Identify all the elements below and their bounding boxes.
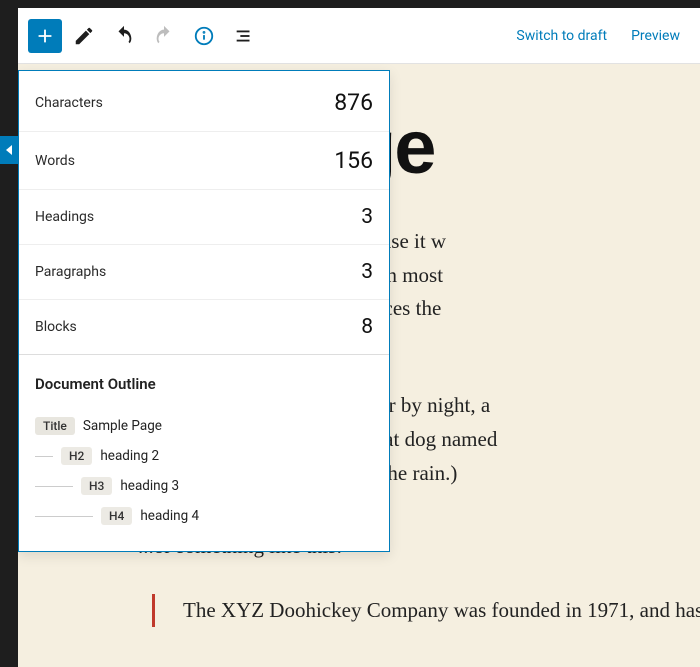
collapse-sidebar-tab[interactable] xyxy=(0,136,18,164)
outline-level-badge: H4 xyxy=(101,507,132,525)
add-block-button[interactable] xyxy=(28,19,62,53)
outline-level-badge: Title xyxy=(35,417,75,435)
outline-item-title[interactable]: Title Sample Page xyxy=(35,411,373,441)
stat-label: Headings xyxy=(35,209,94,225)
stat-label: Characters xyxy=(35,95,103,111)
stat-value: 156 xyxy=(334,147,373,174)
edit-mode-button[interactable] xyxy=(66,18,102,54)
outline-item-h4[interactable]: H4 heading 4 xyxy=(35,501,373,531)
stat-value: 876 xyxy=(334,89,373,116)
outline-indent-line xyxy=(35,456,53,457)
outline-button[interactable] xyxy=(226,18,262,54)
document-outline-section: Document Outline Title Sample Page H2 he… xyxy=(19,355,389,551)
undo-button[interactable] xyxy=(106,18,142,54)
details-button[interactable] xyxy=(186,18,222,54)
outline-indent-line xyxy=(35,516,93,517)
outline-heading: Document Outline xyxy=(35,375,373,393)
preview-link[interactable]: Preview xyxy=(621,20,690,52)
outline-level-badge: H3 xyxy=(81,477,112,495)
outline-item-text: heading 4 xyxy=(140,508,199,524)
redo-button xyxy=(146,18,182,54)
outline-item-h2[interactable]: H2 heading 2 xyxy=(35,441,373,471)
outline-indent-line xyxy=(35,486,73,487)
stat-row-words: Words 156 xyxy=(19,132,389,190)
stat-row-blocks: Blocks 8 xyxy=(19,300,389,355)
outline-item-text: heading 2 xyxy=(100,448,159,464)
outline-item-text: Sample Page xyxy=(83,418,162,434)
details-popover: Characters 876 Words 156 Headings 3 Para… xyxy=(18,70,390,552)
stat-row-paragraphs: Paragraphs 3 xyxy=(19,245,389,300)
stat-label: Blocks xyxy=(35,319,77,335)
stat-value: 3 xyxy=(361,260,373,284)
stat-row-headings: Headings 3 xyxy=(19,190,389,245)
blockquote[interactable]: The XYZ Doohickey Company was founded in… xyxy=(152,594,700,628)
editor-toolbar: Switch to draft Preview xyxy=(18,8,700,64)
outline-item-h3[interactable]: H3 heading 3 xyxy=(35,471,373,501)
outline-item-text: heading 3 xyxy=(120,478,179,494)
stat-value: 3 xyxy=(361,205,373,229)
stat-label: Words xyxy=(35,153,75,169)
text-line: The XYZ Doohickey Company was founded in… xyxy=(183,598,700,622)
switch-to-draft-link[interactable]: Switch to draft xyxy=(506,20,617,52)
editor-frame: Switch to draft Preview ple Page fferent… xyxy=(18,8,700,667)
stat-row-characters: Characters 876 xyxy=(19,71,389,132)
outline-level-badge: H2 xyxy=(61,447,92,465)
stat-value: 8 xyxy=(361,315,373,339)
stat-label: Paragraphs xyxy=(35,264,106,280)
